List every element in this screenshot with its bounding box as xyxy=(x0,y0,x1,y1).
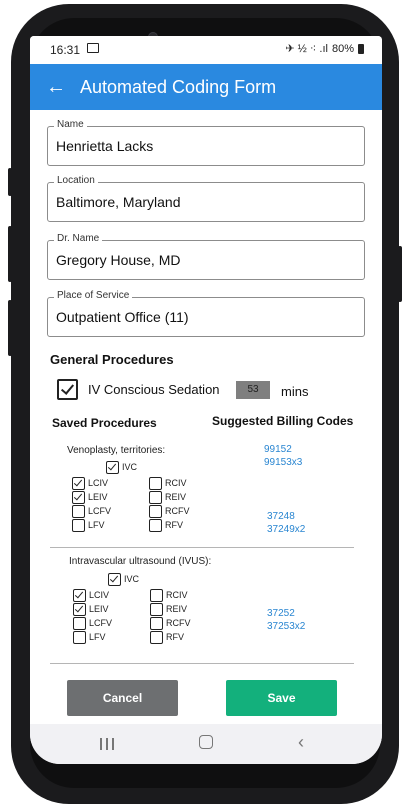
billing-code[interactable]: 37248 xyxy=(267,511,295,522)
venoplasty-lfv-checkbox[interactable] xyxy=(72,519,85,532)
sedation-minutes-input[interactable]: 53 xyxy=(236,381,270,399)
venoplasty-ivc-label: IVC xyxy=(122,462,138,472)
venoplasty-rciv-checkbox[interactable] xyxy=(149,477,162,490)
back-nav-icon[interactable]: ‹ xyxy=(298,732,304,753)
name-field-value: Henrietta Lacks xyxy=(56,138,154,154)
ivus-lciv-checkbox[interactable] xyxy=(73,589,86,602)
ivus-reiv-label: REIV xyxy=(166,604,188,614)
ivus-rciv-checkbox[interactable] xyxy=(150,589,163,602)
ivus-lciv-label: LCIV xyxy=(89,590,110,600)
bixby-button xyxy=(8,300,12,356)
location-field-label: Location xyxy=(54,175,98,186)
ivus-rfv-label: RFV xyxy=(166,632,184,642)
ivus-leiv-label: LEIV xyxy=(89,604,109,614)
doctor-name-field-value: Gregory House, MD xyxy=(56,252,181,268)
doctor-name-field-label: Dr. Name xyxy=(54,233,103,244)
ivus-rciv-label: RCIV xyxy=(166,590,188,600)
venoplasty-leiv-checkbox[interactable] xyxy=(72,491,85,504)
name-field[interactable]: Name Henrietta Lacks xyxy=(47,119,365,166)
connectivity-icons: ✈ ½ ⁖ .ıl xyxy=(285,43,328,55)
status-bar: 16:31 ✈ ½ ⁖ .ıl 80% xyxy=(30,36,382,64)
ivus-lcfv-checkbox[interactable] xyxy=(73,617,86,630)
location-field[interactable]: Location Baltimore, Maryland xyxy=(47,175,365,222)
home-icon[interactable] xyxy=(199,735,213,749)
suggested-billing-codes-header: Suggested Billing Codes xyxy=(212,414,354,428)
back-arrow-icon[interactable]: ← xyxy=(46,77,66,97)
venoplasty-lcfv-checkbox[interactable] xyxy=(72,505,85,518)
venoplasty-rcfv-label: RCFV xyxy=(165,506,190,516)
billing-code[interactable]: 37249x2 xyxy=(267,524,305,535)
battery-percent: 80% xyxy=(331,42,354,55)
ivus-ivc-checkbox[interactable] xyxy=(108,573,121,586)
section-divider xyxy=(50,547,354,548)
ivus-rfv-checkbox[interactable] xyxy=(150,631,163,644)
ivus-reiv-checkbox[interactable] xyxy=(150,603,163,616)
ivus-title: Intravascular ultrasound (IVUS): xyxy=(69,556,212,567)
venoplasty-lfv-label: LFV xyxy=(88,520,105,530)
ivus-rcfv-label: RCFV xyxy=(166,618,191,628)
billing-code[interactable]: 37252 xyxy=(267,608,295,619)
ivus-leiv-checkbox[interactable] xyxy=(73,603,86,616)
place-of-service-label: Place of Service xyxy=(54,290,133,301)
general-procedures-title: General Procedures xyxy=(50,352,174,367)
app-bar: ← Automated Coding Form xyxy=(30,64,382,110)
save-button[interactable]: Save xyxy=(226,680,337,716)
billing-code[interactable]: 99153x3 xyxy=(264,457,302,468)
venoplasty-rciv-label: RCIV xyxy=(165,478,187,488)
ivus-lfv-label: LFV xyxy=(89,632,106,642)
doctor-name-field[interactable]: Dr. Name Gregory House, MD xyxy=(47,233,365,280)
screen: 16:31 ✈ ½ ⁖ .ıl 80% ← Automated Coding F… xyxy=(30,36,382,764)
saved-procedures-header: Saved Procedures xyxy=(52,416,157,430)
ivus-ivc-label: IVC xyxy=(124,574,140,584)
venoplasty-lciv-checkbox[interactable] xyxy=(72,477,85,490)
venoplasty-rcfv-checkbox[interactable] xyxy=(149,505,162,518)
ivus-lfv-checkbox[interactable] xyxy=(73,631,86,644)
section-divider xyxy=(50,663,354,664)
minutes-unit: mins xyxy=(281,384,309,399)
billing-code[interactable]: 99152 xyxy=(264,444,292,455)
cancel-button[interactable]: Cancel xyxy=(67,680,178,716)
billing-code[interactable]: 37253x2 xyxy=(267,621,305,632)
venoplasty-lciv-label: LCIV xyxy=(88,478,109,488)
form-content: Name Henrietta Lacks Location Baltimore,… xyxy=(30,110,382,720)
venoplasty-lcfv-label: LCFV xyxy=(88,506,112,516)
sedation-checkbox[interactable] xyxy=(57,379,78,400)
system-navigation-bar: ‹ xyxy=(30,724,382,764)
venoplasty-rfv-label: RFV xyxy=(165,520,183,530)
gallery-notification-icon xyxy=(87,43,99,53)
place-of-service-field[interactable]: Place of Service Outpatient Office (11) xyxy=(47,290,365,337)
ivus-lcfv-label: LCFV xyxy=(89,618,113,628)
venoplasty-reiv-checkbox[interactable] xyxy=(149,491,162,504)
power-button xyxy=(398,246,402,302)
status-time: 16:31 xyxy=(50,43,81,57)
recent-apps-icon[interactable] xyxy=(100,738,114,750)
volume-up-button xyxy=(8,168,12,196)
venoplasty-ivc-checkbox[interactable] xyxy=(106,461,119,474)
ivus-rcfv-checkbox[interactable] xyxy=(150,617,163,630)
status-icons: ✈ ½ ⁖ .ıl 80% xyxy=(285,42,364,55)
venoplasty-leiv-label: LEIV xyxy=(88,492,108,502)
venoplasty-title: Venoplasty, territories: xyxy=(67,445,166,456)
volume-down-button xyxy=(8,226,12,282)
location-field-value: Baltimore, Maryland xyxy=(56,194,181,210)
venoplasty-rfv-checkbox[interactable] xyxy=(149,519,162,532)
page-title: Automated Coding Form xyxy=(80,76,277,97)
name-field-label: Name xyxy=(54,119,87,130)
place-of-service-value: Outpatient Office (11) xyxy=(56,309,189,325)
battery-icon xyxy=(358,43,364,54)
venoplasty-reiv-label: REIV xyxy=(165,492,187,502)
sedation-label: IV Conscious Sedation xyxy=(88,382,220,397)
